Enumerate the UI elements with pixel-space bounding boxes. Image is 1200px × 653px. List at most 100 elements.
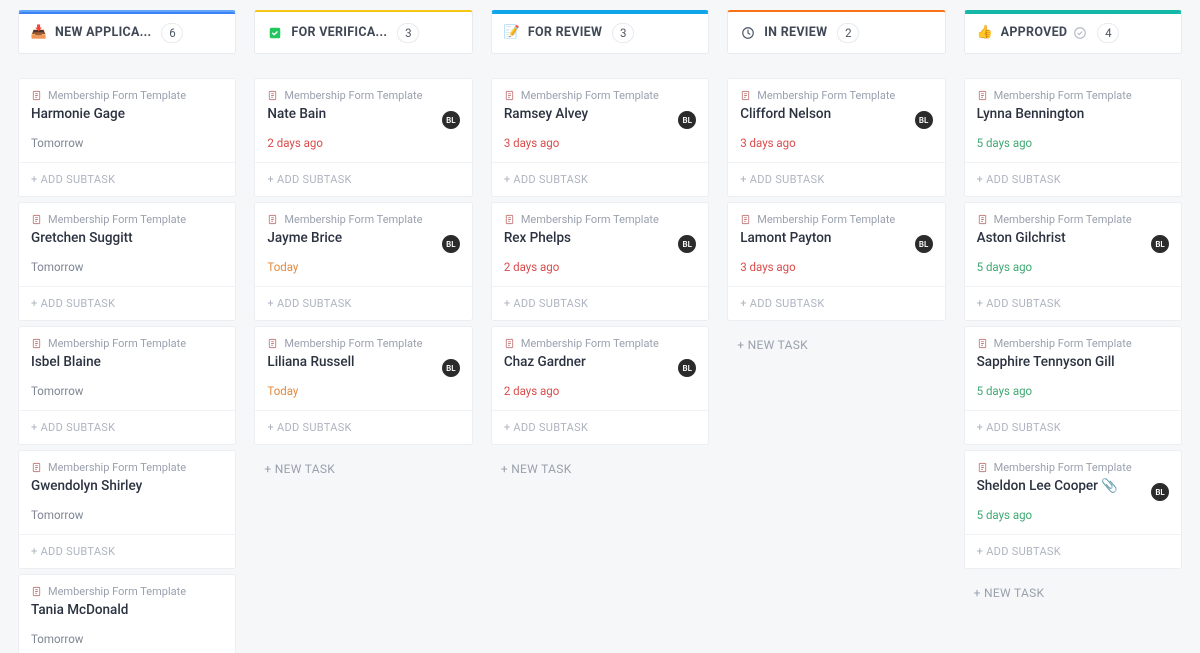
add-subtask-button[interactable]: + ADD SUBTASK — [255, 286, 471, 320]
column-status-icon: 📥 — [31, 25, 47, 41]
form-icon — [977, 462, 988, 473]
add-subtask-button[interactable]: + ADD SUBTASK — [965, 162, 1181, 196]
template-text: Membership Form Template — [994, 461, 1132, 474]
assignee-avatar[interactable]: BL — [915, 235, 933, 253]
column-header[interactable]: 📥NEW APPLICA...6 — [18, 10, 236, 54]
task-card[interactable]: Membership Form TemplateTania McDonaldTo… — [18, 574, 236, 653]
task-card[interactable]: Membership Form TemplateJayme BriceBLTod… — [254, 202, 472, 321]
column-status-icon: 📝 — [504, 25, 520, 41]
add-subtask-button[interactable]: + ADD SUBTASK — [492, 162, 708, 196]
task-card[interactable]: Membership Form TemplateGretchen Suggitt… — [18, 202, 236, 321]
add-subtask-button[interactable]: + ADD SUBTASK — [492, 286, 708, 320]
assignee-avatar[interactable]: BL — [1151, 483, 1169, 501]
column-header[interactable]: IN REVIEW2 — [727, 10, 945, 54]
form-icon — [267, 338, 278, 349]
task-name: Sapphire Tennyson Gill — [977, 354, 1169, 370]
task-card[interactable]: Membership Form TemplateLiliana RussellB… — [254, 326, 472, 445]
due-date: 2 days ago — [504, 260, 696, 274]
task-card[interactable]: Membership Form TemplateAston GilchristB… — [964, 202, 1182, 321]
assignee-avatar[interactable]: BL — [442, 235, 460, 253]
template-label: Membership Form Template — [31, 585, 223, 598]
task-card[interactable]: Membership Form TemplateNate BainBL2 day… — [254, 78, 472, 197]
add-subtask-button[interactable]: + ADD SUBTASK — [19, 286, 235, 320]
add-subtask-button[interactable]: + ADD SUBTASK — [965, 286, 1181, 320]
column-title: NEW APPLICA... — [55, 25, 151, 40]
task-card[interactable]: Membership Form Template Sapphire Tennyso… — [964, 326, 1182, 445]
template-label: Membership Form Template — [977, 461, 1169, 474]
column-count-badge: 2 — [837, 23, 859, 43]
assignee-avatar[interactable]: BL — [442, 111, 460, 129]
assignee-avatar[interactable]: BL — [678, 359, 696, 377]
task-card[interactable]: Membership Form TemplateRamsey AlveyBL3 … — [491, 78, 709, 197]
template-label: Membership Form Template — [740, 89, 932, 102]
due-date: 3 days ago — [740, 136, 932, 150]
task-name: Gwendolyn Shirley — [31, 478, 223, 494]
due-date: Tomorrow — [31, 384, 223, 398]
add-subtask-button[interactable]: + ADD SUBTASK — [965, 410, 1181, 444]
template-label: Membership Form Template — [31, 337, 223, 350]
assignee-avatar[interactable]: BL — [678, 111, 696, 129]
template-label: Membership Form Template — [740, 213, 932, 226]
new-task-button[interactable]: + NEW TASK — [727, 326, 945, 364]
due-date: Tomorrow — [31, 136, 223, 150]
due-date: Today — [267, 260, 459, 274]
board-column: 📝FOR REVIEW3Membership Form TemplateRams… — [491, 10, 709, 653]
add-subtask-button[interactable]: + ADD SUBTASK — [19, 410, 235, 444]
task-card[interactable]: Membership Form Template Isbel Blaine Tomo… — [18, 326, 236, 445]
new-task-button[interactable]: + NEW TASK — [254, 450, 472, 488]
task-card[interactable]: Membership Form TemplateHarmonie GageTom… — [18, 78, 236, 197]
due-date: 3 days ago — [504, 136, 696, 150]
assignee-avatar[interactable]: BL — [1151, 235, 1169, 253]
template-text: Membership Form Template — [757, 213, 895, 226]
task-name: Rex Phelps — [504, 230, 696, 246]
template-text: Membership Form Template — [521, 213, 659, 226]
due-date: 2 days ago — [504, 384, 696, 398]
new-task-button[interactable]: + NEW TASK — [964, 574, 1182, 612]
task-name: Isbel Blaine — [31, 354, 223, 370]
template-label: Membership Form Template — [267, 337, 459, 350]
add-subtask-button[interactable]: + ADD SUBTASK — [728, 162, 944, 196]
add-subtask-button[interactable]: + ADD SUBTASK — [492, 410, 708, 444]
form-icon — [31, 90, 42, 101]
assignee-avatar[interactable]: BL — [915, 111, 933, 129]
due-date: Tomorrow — [31, 632, 223, 646]
form-icon — [31, 462, 42, 473]
task-card[interactable]: Membership Form TemplateClifford NelsonB… — [727, 78, 945, 197]
column-header[interactable]: FOR VERIFICA...3 — [254, 10, 472, 54]
template-label: Membership Form Template — [504, 213, 696, 226]
add-subtask-button[interactable]: + ADD SUBTASK — [965, 534, 1181, 568]
add-subtask-button[interactable]: + ADD SUBTASK — [19, 534, 235, 568]
template-text: Membership Form Template — [284, 89, 422, 102]
task-card[interactable]: Membership Form TemplateChaz GardnerBL2 … — [491, 326, 709, 445]
column-header[interactable]: 👍APPROVED4 — [964, 10, 1182, 54]
template-text: Membership Form Template — [48, 213, 186, 226]
column-header[interactable]: 📝FOR REVIEW3 — [491, 10, 709, 54]
add-subtask-button[interactable]: + ADD SUBTASK — [19, 162, 235, 196]
template-text: Membership Form Template — [48, 461, 186, 474]
assignee-avatar[interactable]: BL — [678, 235, 696, 253]
due-date: 5 days ago — [977, 508, 1169, 522]
assignee-avatar[interactable]: BL — [442, 359, 460, 377]
task-card[interactable]: Membership Form TemplateLynna Bennington… — [964, 78, 1182, 197]
new-task-button[interactable]: + NEW TASK — [491, 450, 709, 488]
template-label: Membership Form Template — [977, 89, 1169, 102]
template-text: Membership Form Template — [994, 337, 1132, 350]
board-column: 👍APPROVED4 Membership Form TemplateLynna … — [964, 10, 1182, 653]
task-card[interactable]: Membership Form TemplateLamont PaytonBL3… — [727, 202, 945, 321]
column-status-icon — [267, 25, 283, 41]
add-subtask-button[interactable]: + ADD SUBTASK — [728, 286, 944, 320]
card-list: Membership Form TemplateClifford NelsonB… — [727, 78, 945, 364]
add-subtask-button[interactable]: + ADD SUBTASK — [255, 410, 471, 444]
template-label: Membership Form Template — [977, 213, 1169, 226]
template-label: Membership Form Template — [267, 89, 459, 102]
task-card[interactable]: Membership Form Template Gwendolyn Shirle… — [18, 450, 236, 569]
task-name: Ramsey Alvey — [504, 106, 696, 122]
board-column: FOR VERIFICA...3 Membership Form Template… — [254, 10, 472, 653]
task-card[interactable]: Membership Form Template Rex PhelpsBL 2 da… — [491, 202, 709, 321]
form-icon — [504, 338, 515, 349]
form-icon — [977, 338, 988, 349]
task-card[interactable]: Membership Form TemplateSheldon Lee Coop… — [964, 450, 1182, 569]
template-text: Membership Form Template — [48, 585, 186, 598]
add-subtask-button[interactable]: + ADD SUBTASK — [255, 162, 471, 196]
due-date: 3 days ago — [740, 260, 932, 274]
